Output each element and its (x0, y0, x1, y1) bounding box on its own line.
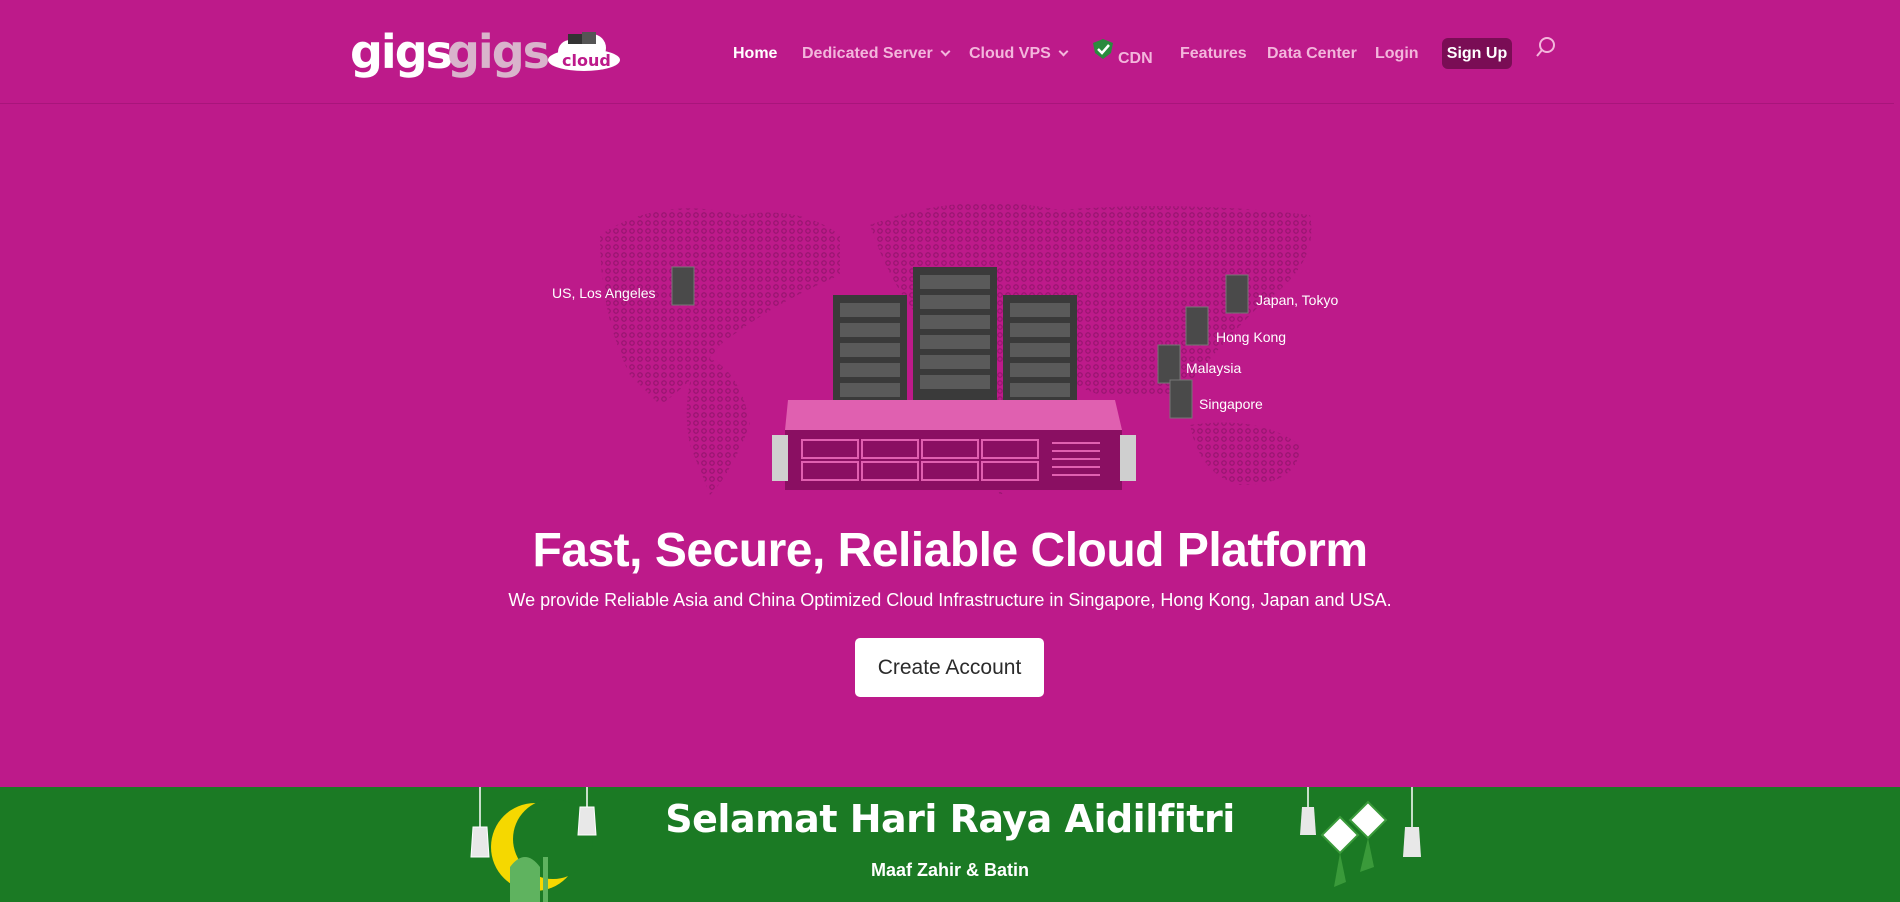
nav-dedicated-server[interactable]: Dedicated Server (802, 44, 951, 64)
site-logo[interactable]: gigs gigs cloud (350, 24, 620, 80)
search-icon[interactable] (1535, 36, 1557, 58)
location-label: Singapore (1199, 396, 1263, 412)
nav-features[interactable]: Features (1180, 44, 1247, 64)
create-account-button[interactable]: Create Account (855, 638, 1044, 697)
cdn-shield-icon (1093, 39, 1113, 59)
hero-illustration: US, Los Angeles Japan, Tokyo Hong Kong M… (540, 195, 1360, 500)
logo-badge-text: cloud (562, 51, 611, 70)
site-header: gigs gigs cloud Home Dedicated Server Cl… (0, 0, 1900, 104)
location-label: US, Los Angeles (552, 285, 656, 301)
server-icon (1225, 274, 1249, 314)
nav-cloud-vps-label: Cloud VPS (969, 45, 1051, 62)
chevron-down-icon (940, 46, 951, 57)
banner-title: Selamat Hari Raya Aidilfitri (665, 797, 1235, 841)
nav-data-center[interactable]: Data Center (1267, 44, 1357, 64)
banner-subtitle: Maaf Zahir & Batin (870, 860, 1030, 880)
server-icon (671, 266, 695, 306)
server-icon (1157, 344, 1181, 384)
logo-text-secondary: gigs (447, 25, 550, 79)
nav-cdn[interactable]: CDN (1091, 38, 1153, 67)
location-label: Hong Kong (1216, 329, 1287, 345)
nav-home[interactable]: Home (733, 44, 777, 64)
server-icon (1185, 306, 1209, 346)
nav-login[interactable]: Login (1375, 44, 1419, 64)
hero-subtitle: We provide Reliable Asia and China Optim… (508, 590, 1392, 610)
holiday-banner[interactable]: Selamat Hari Raya Aidilfitri Maaf Zahir … (0, 787, 1900, 902)
ketupat-icon (1300, 787, 1421, 887)
scrollbar[interactable] (1894, 0, 1900, 902)
hero-title: Fast, Secure, Reliable Cloud Platform (532, 524, 1368, 577)
location-label: Malaysia (1186, 360, 1242, 376)
logo-text-primary: gigs (350, 25, 453, 79)
chevron-down-icon (1058, 46, 1069, 57)
nav-cloud-vps[interactable]: Cloud VPS (969, 44, 1069, 64)
nav-dedicated-label: Dedicated Server (802, 45, 933, 62)
location-label: Japan, Tokyo (1256, 292, 1339, 308)
server-icon (1169, 379, 1193, 419)
nav-cdn-label: CDN (1118, 50, 1153, 67)
world-map-servers-graphic (600, 202, 1312, 495)
signup-button[interactable]: Sign Up (1442, 38, 1512, 69)
